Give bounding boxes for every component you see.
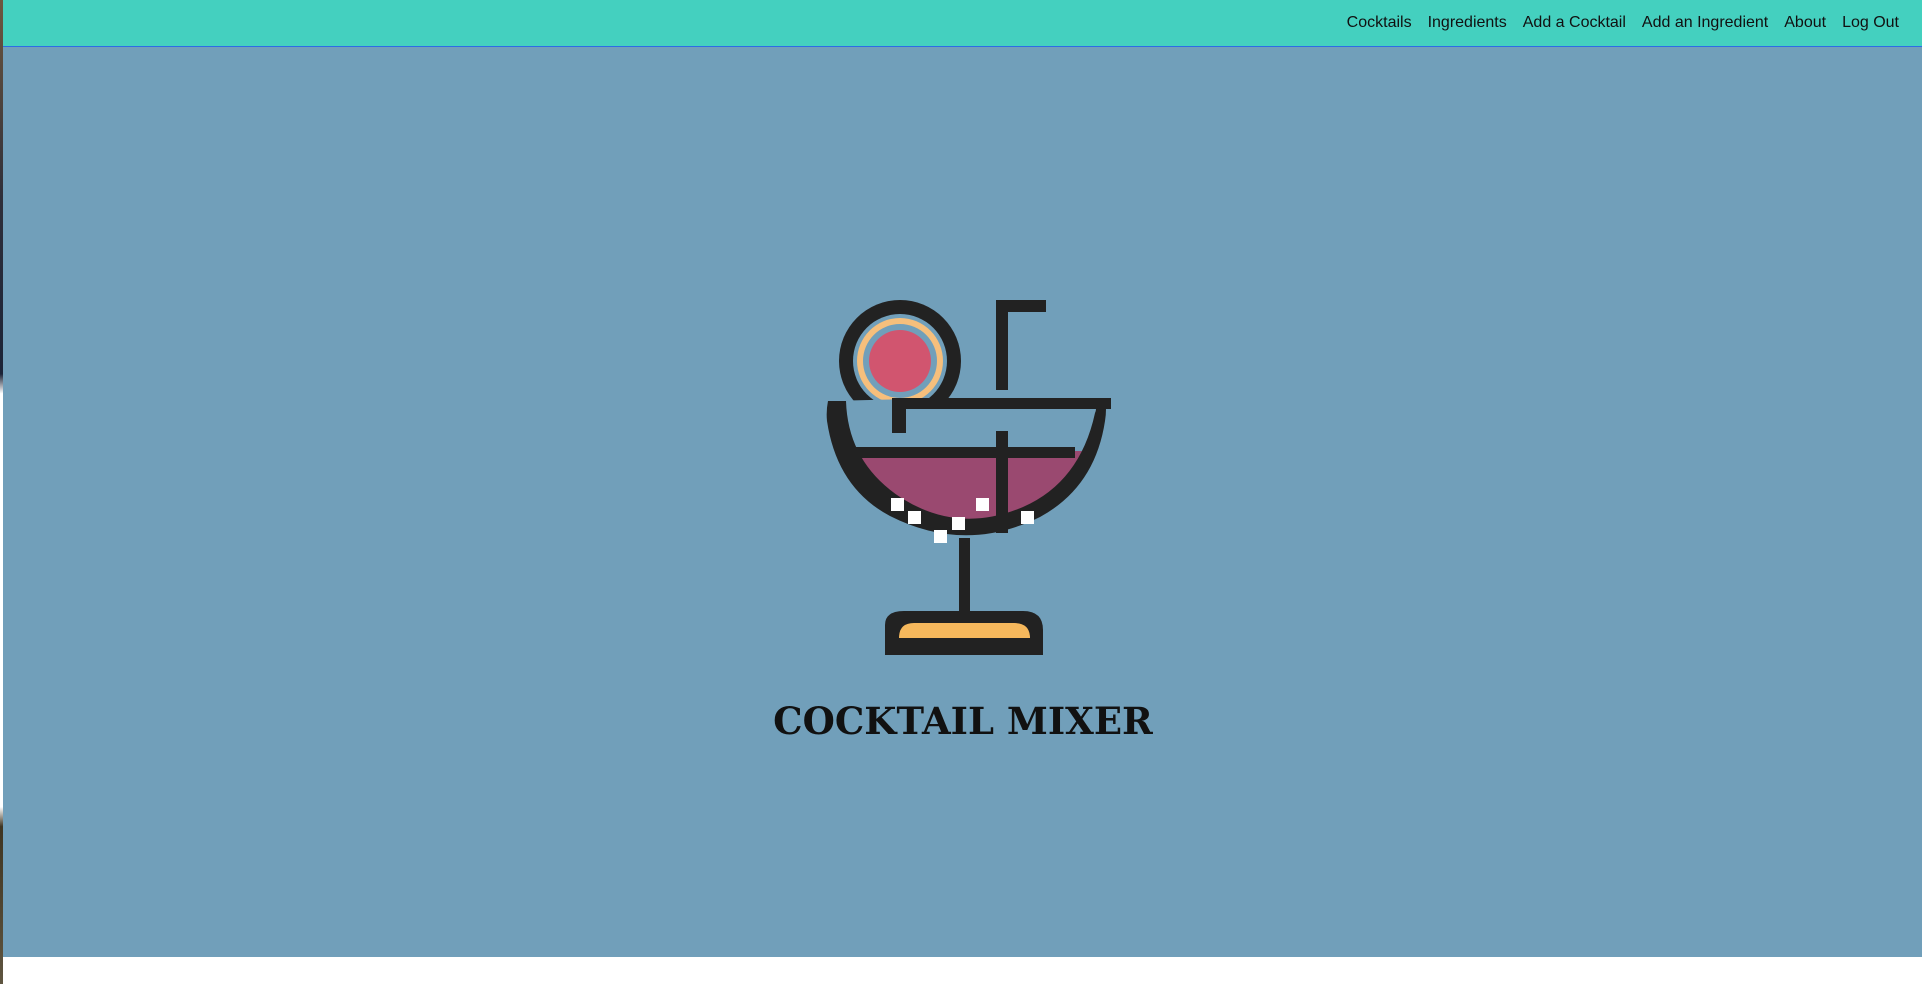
cocktail-glass-icon: [826, 300, 1111, 655]
nav-link-add-ingredient[interactable]: Add an Ingredient: [1642, 14, 1768, 32]
glass-stem: [959, 538, 970, 619]
site-title: COCKTAIL MIXER: [773, 698, 1153, 743]
nav-link-about[interactable]: About: [1784, 14, 1826, 32]
straw-bottom: [996, 431, 1008, 533]
bubble: [891, 498, 904, 511]
glass-base-fill: [899, 623, 1030, 638]
hero-banner: COCKTAIL MIXER: [3, 47, 1922, 957]
bubble: [908, 511, 921, 524]
nav-link-add-cocktail[interactable]: Add a Cocktail: [1523, 14, 1626, 32]
drink-line: [849, 447, 1075, 458]
nav-link-cocktails[interactable]: Cocktails: [1347, 14, 1412, 32]
bubble: [934, 530, 947, 543]
nav-link-ingredients[interactable]: Ingredients: [1428, 14, 1507, 32]
nav-links: Cocktails Ingredients Add a Cocktail Add…: [1347, 0, 1899, 46]
straw-top: [996, 300, 1046, 390]
bubble: [976, 498, 989, 511]
garnish-slice: [869, 330, 931, 392]
nav-link-log-out[interactable]: Log Out: [1842, 14, 1899, 32]
cocktail-logo: [810, 245, 1116, 655]
page: Cocktails Ingredients Add a Cocktail Add…: [0, 0, 1922, 984]
bubble: [1021, 511, 1034, 524]
top-navbar: Cocktails Ingredients Add a Cocktail Add…: [3, 0, 1922, 47]
bubble: [952, 517, 965, 530]
